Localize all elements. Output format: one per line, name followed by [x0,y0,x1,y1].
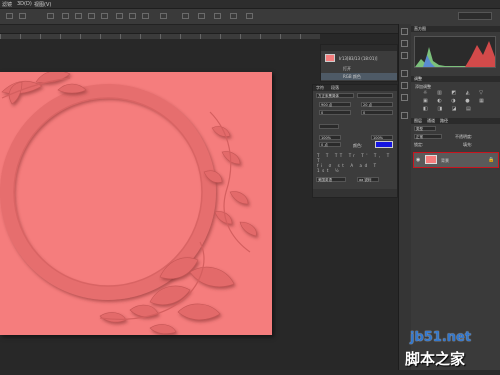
text-style-buttons[interactable]: T T TT Tr T' T, T T [317,153,393,163]
character-panel: 字符 段落 方正宋黑简体 900 点 20 点 0 0 100% 100% 0 … [312,84,398,198]
character-icon[interactable] [401,70,408,77]
3d-scale-icon[interactable] [246,13,253,19]
panel-icon-strip [398,24,412,370]
adjustment-icons-row3[interactable]: ◧ ◨ ◪ ▤ [423,106,491,112]
align-right-icon[interactable] [101,13,108,19]
tab-character[interactable]: 字符 [316,85,324,91]
tracking-field[interactable]: 0 [361,110,393,115]
align-left-icon[interactable] [75,13,82,19]
history-icon[interactable] [401,28,408,35]
3d-orbit-icon[interactable] [182,13,189,19]
tab-paragraph[interactable]: 段落 [331,85,339,91]
history-item-rgb[interactable]: RGB 颜色 [321,73,397,80]
histogram-header: 直方图 [411,26,500,32]
layer-filter-kind[interactable]: 类型 [414,126,436,131]
lock-icon: 🔒 [488,157,495,163]
language-select[interactable]: 美国英语 [316,177,346,182]
3d-pan-icon[interactable] [214,13,221,19]
transform-icon[interactable] [47,13,54,19]
horizontal-ruler [0,34,320,39]
workspace-select[interactable] [458,12,492,20]
tab-adjustments[interactable]: 调整 [414,76,422,82]
text-color-swatch[interactable] [375,141,393,148]
menu-filter[interactable]: 滤镜 [2,1,12,8]
font-family-select[interactable]: 方正宋黑简体 [316,93,354,98]
paragraph-icon[interactable] [401,82,408,89]
tool-presets-icon[interactable] [401,94,408,101]
baseline-shift-field[interactable]: 0 点 [319,142,341,147]
antialias-select[interactable]: aa 锐利 [357,177,379,182]
histogram-graph [414,36,496,68]
actions-icon[interactable] [401,40,408,47]
align-middle-icon[interactable] [129,13,136,19]
distribute-icon[interactable] [62,13,69,19]
adjustments-header: 调整 [411,76,500,82]
menu-bar: 滤镜 3D(D) 视图(V) [0,0,500,9]
adjustment-icons-row2[interactable]: ▣ ◐ ◑ ● ▦ [423,98,491,104]
layer-name[interactable]: 背景 [441,158,449,164]
font-size-field[interactable]: 900 点 [319,102,351,107]
blend-mode-select[interactable]: 正常 [414,134,442,139]
options-bar [0,9,500,25]
brush-icon[interactable] [401,52,408,59]
document-tab-bar[interactable] [0,25,405,34]
align-bottom-icon[interactable] [142,13,149,19]
layer-thumbnail [425,155,437,164]
properties-icon[interactable] [401,112,408,119]
character-panel-header: 字符 段落 [313,85,397,91]
align-icon[interactable] [19,13,26,19]
tab-paths[interactable]: 路径 [440,118,448,124]
menu-3d[interactable]: 3D(D) [17,1,32,7]
visibility-eye-icon[interactable]: ◉ [416,157,420,163]
align-top-icon[interactable] [116,13,123,19]
wreath-artwork [0,72,257,334]
history-panel: Ir13[83/13 (18:01)] 打开 RGB 颜色 [320,44,398,82]
adjustment-icons-row1[interactable]: ☼ ▥ ◩ ◭ ▽ [423,90,491,96]
character-panel-footer [313,189,397,197]
history-item-rgb-label: RGB 颜色 [343,74,361,79]
leading-field[interactable]: 20 点 [361,102,393,107]
snapshot-thumb[interactable] [325,54,335,62]
horizontal-scale-field[interactable]: 100% [371,135,393,140]
history-item-open-label: 打开 [343,66,351,71]
fill-label: 填充: [463,142,473,147]
snapshot-label[interactable]: Ir13[83/13 (18:01)] [339,56,377,61]
watermark-url: jb51.net [410,330,472,345]
font-style-select[interactable] [357,93,393,98]
vertical-scale-field[interactable]: 100% [319,135,341,140]
tab-histogram[interactable]: 直方图 [414,26,426,32]
color-label: 颜色: [353,143,363,148]
watermark-site: 脚本之家 [405,350,466,368]
layers-header: 图层 通道 路径 [411,118,500,124]
history-panel-header [321,45,397,51]
opentype-buttons[interactable]: fi σ st A ad T 1st ½ [317,163,393,173]
document-canvas[interactable] [0,72,272,335]
3d-roll-icon[interactable] [198,13,205,19]
3d-slide-icon[interactable] [230,13,237,19]
move-tool-icon[interactable] [6,13,13,19]
history-item-open[interactable]: 打开 [321,65,397,72]
menu-view[interactable]: 视图(V) [34,1,51,8]
tsume-field[interactable] [319,124,339,129]
tab-channels[interactable]: 通道 [427,118,435,124]
lock-label: 锁定: [414,142,424,147]
status-bar [0,370,500,375]
tab-layers[interactable]: 图层 [414,118,422,124]
right-panel-dock: 直方图 调整 添加调整 ☼ ▥ ◩ ◭ ▽ ▣ ◐ ◑ ● ▦ ◧ ◨ ◪ ▤ … [411,24,500,370]
kerning-field[interactable]: 0 [319,110,351,115]
auto-align-icon[interactable] [160,13,167,19]
opacity-label: 不透明度: [455,134,473,139]
align-center-icon[interactable] [88,13,95,19]
